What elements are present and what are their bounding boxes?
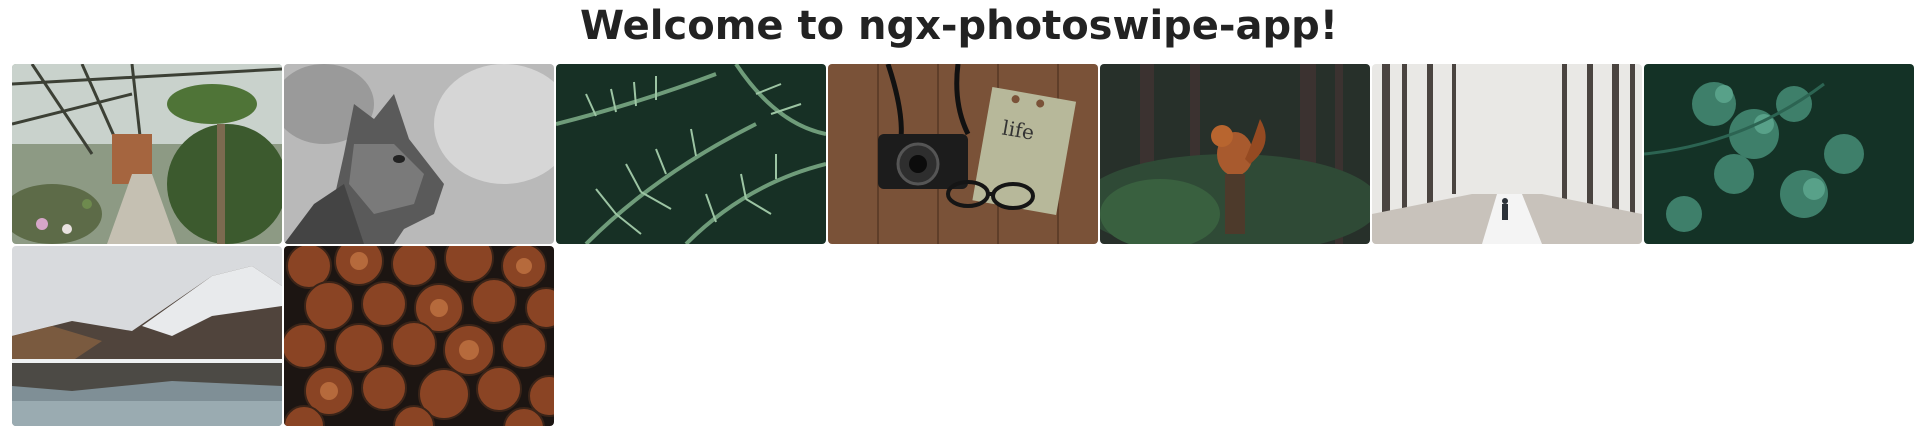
gallery-thumbnail-firewood[interactable] <box>284 246 554 426</box>
gallery-thumbnail-squirrel[interactable] <box>1100 64 1370 244</box>
snowy-forest-image <box>1372 64 1642 244</box>
gallery-thumbnail-snowy-forest[interactable] <box>1372 64 1642 244</box>
gallery-thumbnail-mountain-lake[interactable] <box>12 246 282 426</box>
gallery-thumbnail-ferns[interactable] <box>556 64 826 244</box>
squirrel-image <box>1100 64 1370 244</box>
gallery-thumbnail-parsley[interactable] <box>1644 64 1914 244</box>
cat-image <box>284 64 554 244</box>
mountain-lake-image <box>12 246 282 426</box>
camera-image: life <box>828 64 1098 244</box>
parsley-image <box>1644 64 1914 244</box>
greenhouse-image <box>12 64 282 244</box>
firewood-image <box>284 246 554 426</box>
page-title: Welcome to ngx-photoswipe-app! <box>579 3 1339 49</box>
ferns-image <box>556 64 826 244</box>
gallery-thumbnail-cat[interactable] <box>284 64 554 244</box>
photo-gallery: life <box>12 64 1914 426</box>
gallery-thumbnail-camera[interactable]: life <box>828 64 1098 244</box>
gallery-thumbnail-greenhouse[interactable] <box>12 64 282 244</box>
